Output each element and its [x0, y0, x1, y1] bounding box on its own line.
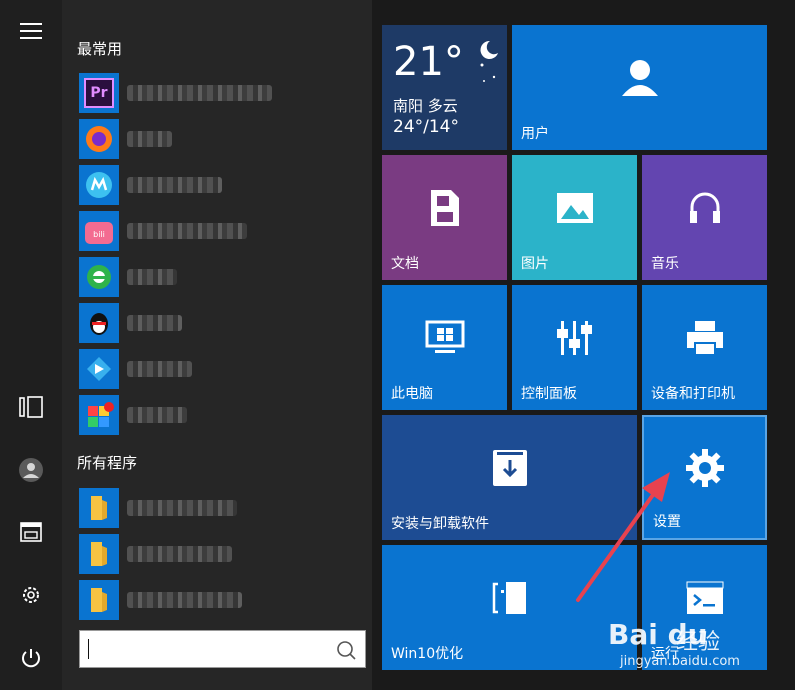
printer-icon — [686, 320, 723, 356]
music-tile[interactable]: 音乐 — [642, 155, 767, 280]
tile-label: 此电脑 — [391, 386, 433, 402]
premiere-badge: Pr — [84, 78, 114, 108]
diamond-app-icon — [79, 349, 119, 389]
bilibili-icon: bili — [79, 211, 119, 251]
list-item-app3[interactable] — [79, 164, 359, 206]
folder-icon — [79, 534, 119, 574]
user-icon — [621, 59, 658, 96]
tablet-mode-icon[interactable] — [14, 390, 48, 424]
svg-text:bili: bili — [93, 230, 105, 239]
tile-area: 21° 南阳 多云 24°/14° 用户 文档 图片 音乐 此电脑 控制面板 设… — [372, 0, 795, 690]
blurred-label — [127, 407, 187, 423]
blurred-label — [127, 500, 237, 516]
blurred-label — [127, 361, 192, 377]
computer-icon — [425, 320, 464, 353]
sliders-icon — [556, 320, 592, 355]
documents-tile[interactable]: 文档 — [382, 155, 507, 280]
tile-label: 控制面板 — [521, 386, 577, 402]
blurred-label — [127, 315, 182, 331]
tile-label: 设置 — [653, 514, 681, 530]
install-uninstall-tile[interactable]: 安装与卸载软件 — [382, 415, 637, 540]
baidu-watermark-url: jingyan.baidu.com — [620, 654, 740, 669]
premiere-icon: Pr — [79, 73, 119, 113]
list-item-folder-3[interactable] — [79, 579, 359, 621]
list-item-ie[interactable] — [79, 256, 359, 298]
settings-gear-icon[interactable] — [14, 578, 48, 612]
search-input[interactable] — [86, 637, 330, 663]
start-menu-rail — [0, 0, 62, 690]
install-box-icon — [492, 449, 527, 486]
power-icon[interactable] — [14, 641, 48, 675]
folder-icon — [79, 580, 119, 620]
blurred-label — [127, 85, 272, 101]
list-item-folder-1[interactable] — [79, 487, 359, 529]
tile-label: 文档 — [391, 256, 419, 272]
win10-optimize-icon — [492, 581, 526, 614]
list-item-premiere[interactable]: Pr — [79, 72, 359, 114]
this-pc-tile[interactable]: 此电脑 — [382, 285, 507, 410]
blurred-label — [127, 223, 247, 239]
tile-label: Win10优化 — [391, 646, 464, 662]
weather-range: 24°/14° — [393, 117, 459, 137]
tile-label: 安装与卸载软件 — [391, 516, 489, 532]
firefox-icon — [79, 119, 119, 159]
list-item-firefox[interactable] — [79, 118, 359, 160]
picture-icon — [556, 192, 593, 223]
pictures-tile[interactable]: 图片 — [512, 155, 637, 280]
tile-label: 设备和打印机 — [651, 386, 735, 402]
search-icon[interactable] — [335, 639, 357, 661]
baidu-watermark-sub: 经验 — [676, 630, 721, 655]
user-tile[interactable]: 用户 — [512, 25, 767, 150]
qq-penguin-icon — [79, 303, 119, 343]
blurred-label — [127, 177, 222, 193]
control-panel-tile[interactable]: 控制面板 — [512, 285, 637, 410]
moon-stars-icon — [480, 40, 498, 82]
folder-icon — [79, 488, 119, 528]
colorful-app-icon — [79, 395, 119, 435]
blurred-label — [127, 592, 242, 608]
tile-label: 图片 — [521, 256, 549, 272]
list-item-qq[interactable] — [79, 302, 359, 344]
headphones-icon — [689, 192, 720, 223]
devices-printers-tile[interactable]: 设备和打印机 — [642, 285, 767, 410]
app-list: 最常用 Pr bili 所有程序 — [62, 0, 372, 690]
blurred-label — [127, 269, 177, 285]
settings-gear-icon — [685, 448, 724, 487]
search-box[interactable] — [79, 630, 366, 668]
ie-browser-icon — [79, 257, 119, 297]
m-app-icon — [79, 165, 119, 205]
list-item-folder-2[interactable] — [79, 533, 359, 575]
document-icon — [430, 189, 459, 226]
list-item-bilibili[interactable]: bili — [79, 210, 359, 252]
blurred-label — [127, 131, 172, 147]
weather-city: 南阳 多云 — [393, 97, 458, 115]
frequent-heading: 最常用 — [77, 40, 123, 58]
tile-label: 音乐 — [651, 256, 679, 272]
hamburger-menu-icon[interactable] — [14, 14, 48, 48]
tile-label: 用户 — [521, 126, 549, 142]
weather-temperature: 21° — [393, 39, 464, 85]
settings-tile[interactable]: 设置 — [642, 415, 767, 540]
all-programs-heading: 所有程序 — [77, 454, 138, 472]
win10-optimize-tile[interactable]: Win10优化 — [382, 545, 637, 670]
list-item-app8[interactable] — [79, 394, 359, 436]
run-command-icon — [686, 581, 723, 614]
blurred-label — [127, 546, 232, 562]
weather-tile[interactable]: 21° 南阳 多云 24°/14° — [382, 25, 507, 150]
file-explorer-icon[interactable] — [14, 515, 48, 549]
list-item-app7[interactable] — [79, 348, 359, 390]
user-avatar-icon[interactable] — [14, 453, 48, 487]
